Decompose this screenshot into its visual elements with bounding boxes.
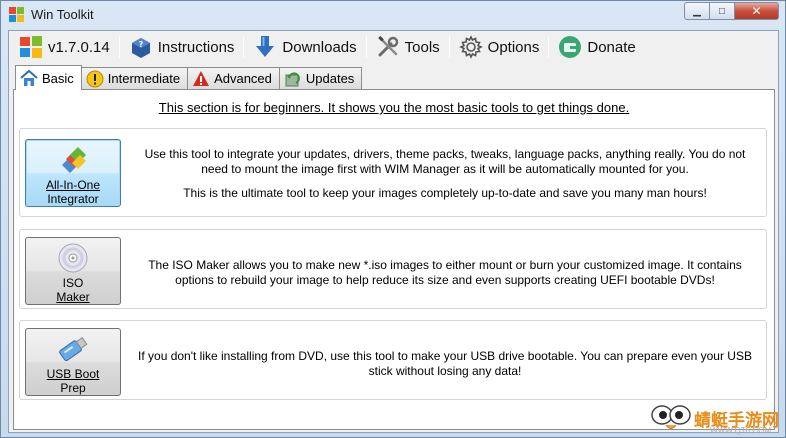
toolbar-separator <box>243 36 245 58</box>
tool-group-integrator: All-In-One Integrator Use this tool to in… <box>19 128 767 217</box>
tab-advanced[interactable]: Advanced <box>187 67 280 89</box>
toolbar-separator <box>118 36 120 58</box>
iso-desc-paragraph: The ISO Maker allows you to make new *.i… <box>148 258 742 287</box>
usb-desc-paragraph: If you don't like installing from DVD, u… <box>138 349 752 378</box>
usb-label-line2: Prep <box>60 381 86 395</box>
dragonfly-logo-icon <box>651 405 691 429</box>
tab-updates[interactable]: Updates <box>278 67 363 89</box>
close-button[interactable]: ✕ <box>734 2 779 20</box>
tools-label: Tools <box>404 38 440 56</box>
toolbar-separator <box>548 36 550 58</box>
version-label: v1.7.0.14 <box>48 38 110 56</box>
warning-red-icon <box>192 70 210 88</box>
usb-label-line1: USB Boot <box>46 367 100 381</box>
iso-maker-description: The ISO Maker allows you to make new *.i… <box>130 258 760 297</box>
integrator-description: Use this tool to integrate your updates,… <box>130 147 760 210</box>
donate-button[interactable]: Donate <box>552 33 641 61</box>
app-window: Win Toolkit ▁ □ ✕ v1.7.0.14 ? Instructio… <box>0 0 786 438</box>
toolbar-separator <box>448 36 450 58</box>
usb-drive-icon <box>56 332 90 366</box>
tab-intermediate-label: Intermediate <box>107 71 181 86</box>
tab-basic-label: Basic <box>42 70 74 86</box>
windows-logo-icon <box>19 35 43 59</box>
tab-intermediate[interactable]: Intermediate <box>80 67 189 89</box>
integrator-label-line1: All-In-One <box>45 178 101 192</box>
tab-advanced-label: Advanced <box>214 71 272 86</box>
download-arrow-icon <box>253 35 277 59</box>
version-button[interactable]: v1.7.0.14 <box>13 33 116 61</box>
integrator-icon <box>56 143 90 177</box>
options-label: Options <box>487 38 540 56</box>
tab-updates-label: Updates <box>305 71 355 86</box>
minimize-button[interactable]: ▁ <box>684 2 709 20</box>
toolbar-separator <box>365 36 367 58</box>
all-in-one-integrator-button[interactable]: All-In-One Integrator <box>25 139 121 207</box>
tool-group-iso-maker: ISO Maker The ISO Maker allows you to mak… <box>19 229 767 309</box>
disc-icon <box>56 241 90 275</box>
instructions-button[interactable]: ? Instructions <box>123 33 241 61</box>
downloads-label: Downloads <box>282 38 357 56</box>
section-intro: This section is for beginners. It shows … <box>158 100 630 115</box>
tab-basic[interactable]: Basic <box>15 65 82 90</box>
toolbar: v1.7.0.14 ? Instructions Downloads Tools… <box>9 31 778 63</box>
integrator-desc-paragraph-1: Use this tool to integrate your updates,… <box>144 147 746 176</box>
close-icon: ✕ <box>751 4 762 18</box>
tools-wrench-icon <box>376 35 400 59</box>
options-button[interactable]: Options <box>453 33 546 61</box>
updates-icon <box>284 70 302 88</box>
minimize-icon: ▁ <box>693 5 701 17</box>
usb-boot-prep-description: If you don't like installing from DVD, u… <box>130 349 760 388</box>
title-bar[interactable]: Win Toolkit ▁ □ ✕ <box>1 1 785 29</box>
maximize-button[interactable]: □ <box>709 2 734 20</box>
gear-icon <box>458 35 483 59</box>
tool-group-usb-boot-prep: USB Boot Prep If you don't like installin… <box>19 320 767 400</box>
windows-logo-icon <box>9 7 25 23</box>
warning-yellow-icon <box>86 70 104 88</box>
iso-label-line2: Maker <box>56 290 90 304</box>
home-icon <box>20 69 38 87</box>
usb-boot-prep-button[interactable]: USB Boot Prep <box>25 328 121 396</box>
window-title: Win Toolkit <box>31 7 94 22</box>
instructions-label: Instructions <box>157 38 235 56</box>
integrator-desc-paragraph-2: This is the ultimate tool to keep your i… <box>183 186 707 200</box>
donate-label: Donate <box>587 38 636 56</box>
client-area: v1.7.0.14 ? Instructions Downloads Tools… <box>8 30 779 433</box>
maximize-icon: □ <box>718 5 726 17</box>
tab-strip: Basic Intermediate Advanced Updates <box>15 64 363 90</box>
wallet-icon <box>558 35 582 59</box>
watermark: 蜻蜓手游网 WWW.QT6.COM <box>650 403 779 435</box>
help-book-icon: ? <box>129 35 153 59</box>
svg-text:?: ? <box>138 40 143 49</box>
downloads-button[interactable]: Downloads <box>247 33 362 61</box>
tools-button[interactable]: Tools <box>370 33 446 61</box>
iso-label-line1: ISO <box>62 276 84 290</box>
basic-tab-panel: This section is for beginners. It shows … <box>13 89 775 430</box>
integrator-label-line2: Integrator <box>47 192 99 206</box>
watermark-url: WWW.QT6.COM <box>710 426 771 435</box>
iso-maker-button[interactable]: ISO Maker <box>25 237 121 305</box>
